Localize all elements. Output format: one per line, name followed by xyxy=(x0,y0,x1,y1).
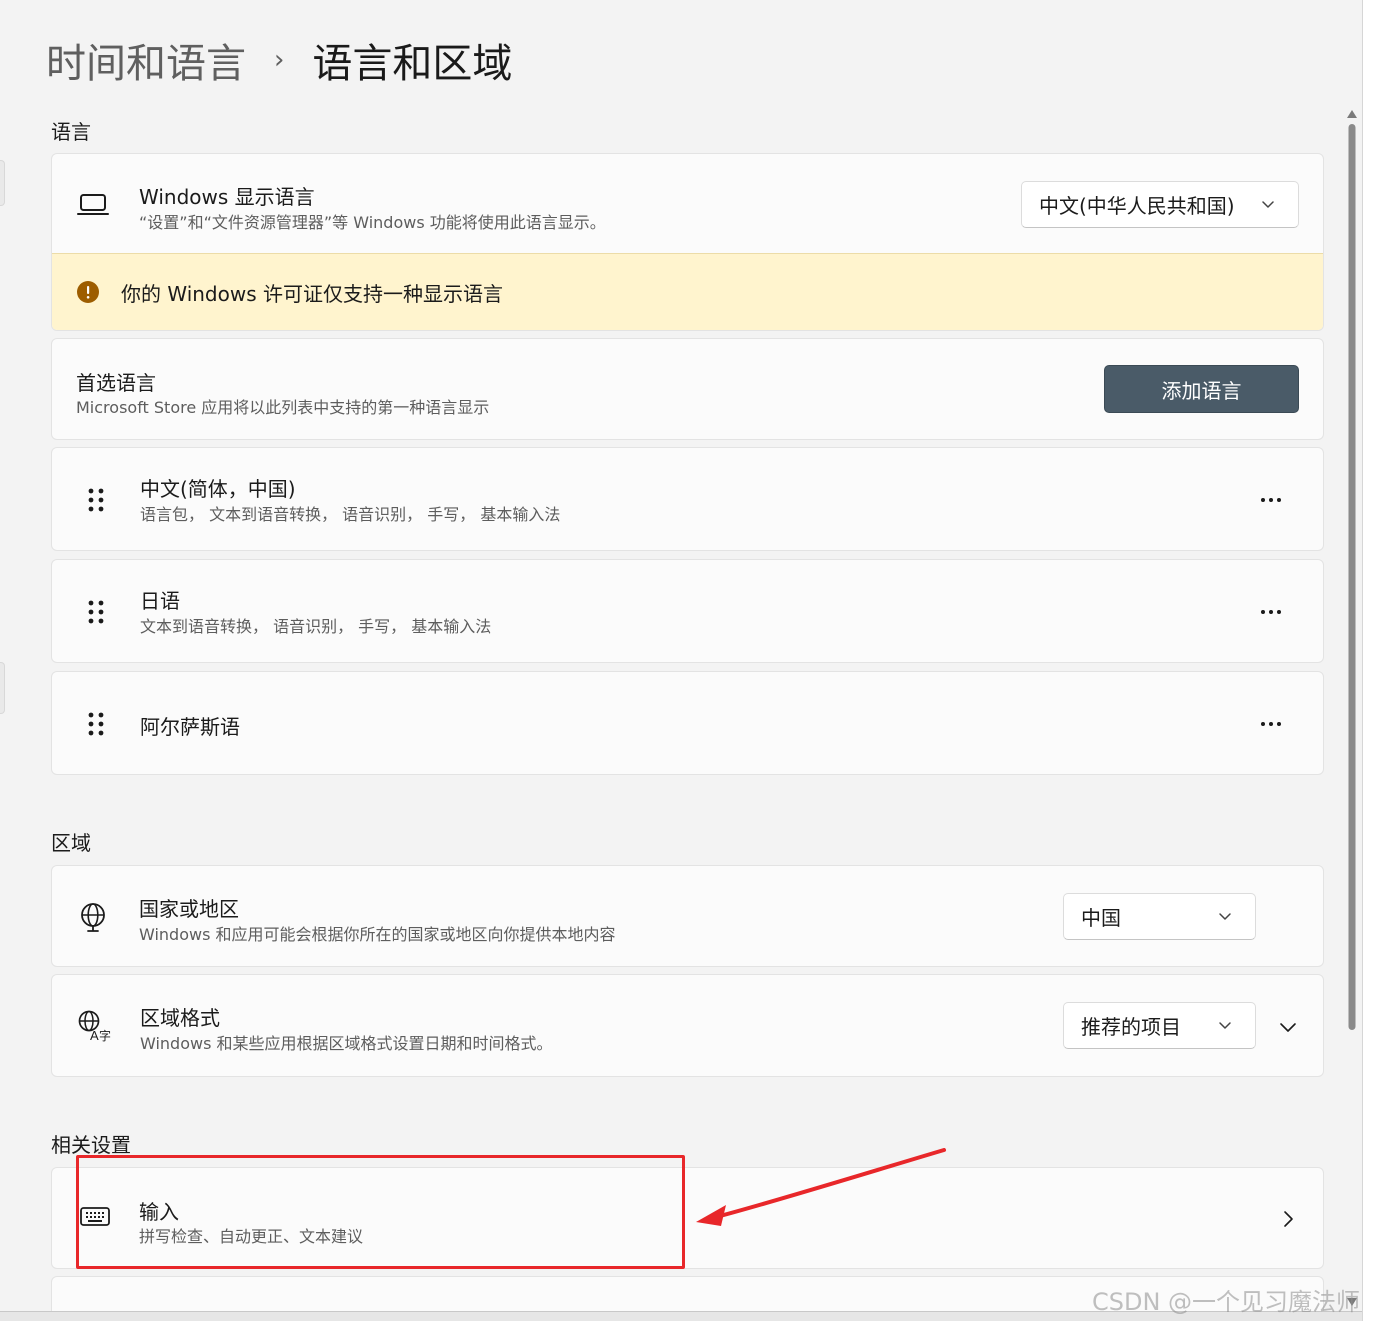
more-options-icon[interactable] xyxy=(1251,597,1291,627)
preferred-languages-description: Microsoft Store 应用将以此列表中支持的第一种语言显示 xyxy=(76,398,490,417)
regional-format-card[interactable]: A 字 区域格式 Windows 和某些应用根据区域格式设置日期和时间格式。 推… xyxy=(51,974,1324,1077)
section-heading-region: 区域 xyxy=(51,831,91,855)
chevron-right-icon xyxy=(1284,1211,1293,1227)
language-features: 文本到语音转换， 语音识别， 手写， 基本输入法 xyxy=(140,617,492,636)
country-region-title: 国家或地区 xyxy=(139,897,239,921)
display-language-description: “设置”和“文件资源管理器”等 Windows 功能将使用此语言显示。 xyxy=(139,213,606,232)
scrollbar-thumb xyxy=(1348,124,1356,1030)
page-title: 语言和区域 xyxy=(312,41,513,87)
typing-title: 输入 xyxy=(139,1200,179,1224)
svg-text:字: 字 xyxy=(99,1028,111,1043)
language-name: 日语 xyxy=(140,589,180,613)
breadcrumb-parent[interactable]: 时间和语言 xyxy=(46,31,246,89)
regional-format-title: 区域格式 xyxy=(140,1006,220,1030)
country-region-dropdown[interactable]: 中国 xyxy=(1063,893,1256,940)
window-edge-right xyxy=(1362,0,1384,1321)
language-features: 语言包， 文本到语音转换， 语音识别， 手写， 基本输入法 xyxy=(140,505,561,524)
language-item[interactable]: 中文(简体，中国) 语言包， 文本到语音转换， 语音识别， 手写， 基本输入法 xyxy=(51,447,1324,551)
display-language-title: Windows 显示语言 xyxy=(139,185,315,209)
language-name: 阿尔萨斯语 xyxy=(140,715,240,739)
vertical-scrollbar[interactable] xyxy=(1345,108,1359,1308)
license-warning-text: 你的 Windows 许可证仅支持一种显示语言 xyxy=(121,282,503,306)
drag-handle-icon[interactable] xyxy=(87,487,105,513)
globe-language-icon: A 字 xyxy=(76,1008,112,1044)
section-heading-related: 相关设置 xyxy=(51,1133,131,1157)
breadcrumb: 时间和语言 › 语言和区域 xyxy=(46,32,512,88)
drag-handle-icon[interactable] xyxy=(87,599,105,625)
nav-pane-edge-selected[interactable] xyxy=(0,662,5,714)
display-language-selected: 中文(中华人民共和国) xyxy=(1039,194,1235,218)
chevron-down-icon xyxy=(1219,913,1231,920)
section-heading-language: 语言 xyxy=(51,120,91,144)
chevron-down-icon xyxy=(1262,201,1274,208)
breadcrumb-separator: › xyxy=(274,45,285,75)
country-region-description: Windows 和应用可能会根据你所在的国家或地区向你提供本地内容 xyxy=(139,925,616,944)
add-language-button[interactable]: 添加语言 xyxy=(1104,365,1299,413)
drag-handle-icon[interactable] xyxy=(87,711,105,737)
regional-format-description: Windows 和某些应用根据区域格式设置日期和时间格式。 xyxy=(140,1034,553,1053)
watermark-text: CSDN @一个见习魔法师 xyxy=(1092,1288,1361,1316)
country-region-selected: 中国 xyxy=(1081,906,1121,930)
preferred-languages-title: 首选语言 xyxy=(76,371,156,395)
more-options-icon[interactable] xyxy=(1251,485,1291,515)
display-language-card: Windows 显示语言 “设置”和“文件资源管理器”等 Windows 功能将… xyxy=(51,153,1324,331)
nav-pane-edge[interactable] xyxy=(0,160,5,206)
language-item[interactable]: 日语 文本到语音转换， 语音识别， 手写， 基本输入法 xyxy=(51,559,1324,663)
language-item[interactable]: 阿尔萨斯语 xyxy=(51,671,1324,775)
expand-chevron-icon[interactable] xyxy=(1278,1017,1298,1037)
globe-icon xyxy=(76,900,110,934)
more-options-icon[interactable] xyxy=(1251,709,1291,739)
warning-icon xyxy=(76,280,100,304)
chevron-down-icon xyxy=(1219,1022,1231,1029)
keyboard-icon xyxy=(78,1204,112,1230)
preferred-languages-card: 首选语言 Microsoft Store 应用将以此列表中支持的第一种语言显示 … xyxy=(51,338,1324,440)
svg-text:A: A xyxy=(90,1028,99,1043)
regional-format-selected: 推荐的项目 xyxy=(1081,1015,1181,1039)
laptop-icon xyxy=(76,190,110,220)
typing-settings-link[interactable]: 输入 拼写检查、自动更正、文本建议 xyxy=(51,1167,1324,1269)
display-language-dropdown[interactable]: 中文(中华人民共和国) xyxy=(1021,181,1299,228)
country-region-card: 国家或地区 Windows 和应用可能会根据你所在的国家或地区向你提供本地内容 … xyxy=(51,865,1324,967)
typing-description: 拼写检查、自动更正、文本建议 xyxy=(139,1227,364,1246)
scroll-up-arrow-icon xyxy=(1347,110,1357,118)
settings-window: 时间和语言 › 语言和区域 语言 Windows 显示语言 “设置”和“文件资源… xyxy=(0,0,1362,1311)
language-name: 中文(简体，中国) xyxy=(140,477,296,501)
regional-format-dropdown[interactable]: 推荐的项目 xyxy=(1063,1002,1256,1049)
license-warning-bar: 你的 Windows 许可证仅支持一种显示语言 xyxy=(52,253,1323,330)
